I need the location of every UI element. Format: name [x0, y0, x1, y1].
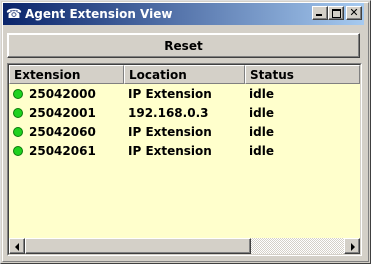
title-bar[interactable]: ☎ Agent Extension View ✕	[3, 3, 364, 25]
status-dot-icon	[13, 126, 23, 137]
table-body-area: Extension Location Status 25042000 IP Ex…	[8, 64, 361, 255]
location-cell: IP Extension	[128, 124, 212, 139]
table-rows: 25042000 IP Extension idle 25042001 192.…	[9, 84, 360, 160]
extension-cell: 25042001	[9, 106, 124, 120]
table-row[interactable]: 25042061 IP Extension idle	[9, 141, 360, 160]
maximize-icon	[332, 9, 341, 18]
scrollbar-track[interactable]	[251, 238, 344, 254]
status-dot-icon	[13, 145, 23, 156]
extension-cell: 25042000	[9, 87, 124, 101]
extension-cell: 25042061	[9, 144, 124, 158]
status-cell: idle	[249, 143, 274, 158]
location-cell: IP Extension	[128, 143, 212, 158]
extension-number: 25042061	[29, 143, 96, 158]
scroll-right-button[interactable]	[344, 238, 360, 254]
close-button[interactable]: ✕	[346, 6, 362, 20]
extension-number: 25042060	[29, 124, 96, 139]
window-controls: ✕	[312, 6, 362, 20]
reset-button[interactable]: Reset	[7, 33, 360, 58]
extension-number: 25042001	[29, 105, 96, 120]
column-header-extension[interactable]: Extension	[9, 65, 124, 84]
minimize-button[interactable]	[312, 6, 328, 20]
extension-table: Extension Location Status 25042000 IP Ex…	[7, 63, 362, 256]
minimize-icon	[316, 14, 322, 16]
status-cell: idle	[249, 105, 274, 120]
status-cell: idle	[249, 86, 274, 101]
table-row[interactable]: 25042060 IP Extension idle	[9, 122, 360, 141]
close-icon: ✕	[349, 6, 359, 19]
telephone-icon: ☎	[5, 6, 23, 22]
maximize-button[interactable]	[328, 6, 344, 20]
arrow-left-icon	[15, 243, 19, 251]
status-dot-icon	[13, 107, 23, 118]
table-header: Extension Location Status	[9, 65, 360, 84]
horizontal-scrollbar[interactable]	[9, 238, 360, 254]
arrow-right-icon	[351, 243, 355, 251]
table-row[interactable]: 25042001 192.168.0.3 idle	[9, 103, 360, 122]
extension-cell: 25042060	[9, 125, 124, 139]
location-cell: 192.168.0.3	[128, 105, 209, 120]
extension-number: 25042000	[29, 86, 96, 101]
table-row[interactable]: 25042000 IP Extension idle	[9, 84, 360, 103]
scrollbar-thumb[interactable]	[25, 238, 251, 254]
column-header-location[interactable]: Location	[124, 65, 245, 84]
status-cell: idle	[249, 124, 274, 139]
status-dot-icon	[13, 88, 23, 99]
location-cell: IP Extension	[128, 86, 212, 101]
agent-extension-window: ☎ Agent Extension View ✕ Reset Extension…	[0, 0, 371, 264]
column-header-status[interactable]: Status	[245, 65, 360, 84]
window-title: Agent Extension View	[25, 7, 173, 21]
scroll-left-button[interactable]	[9, 238, 25, 254]
